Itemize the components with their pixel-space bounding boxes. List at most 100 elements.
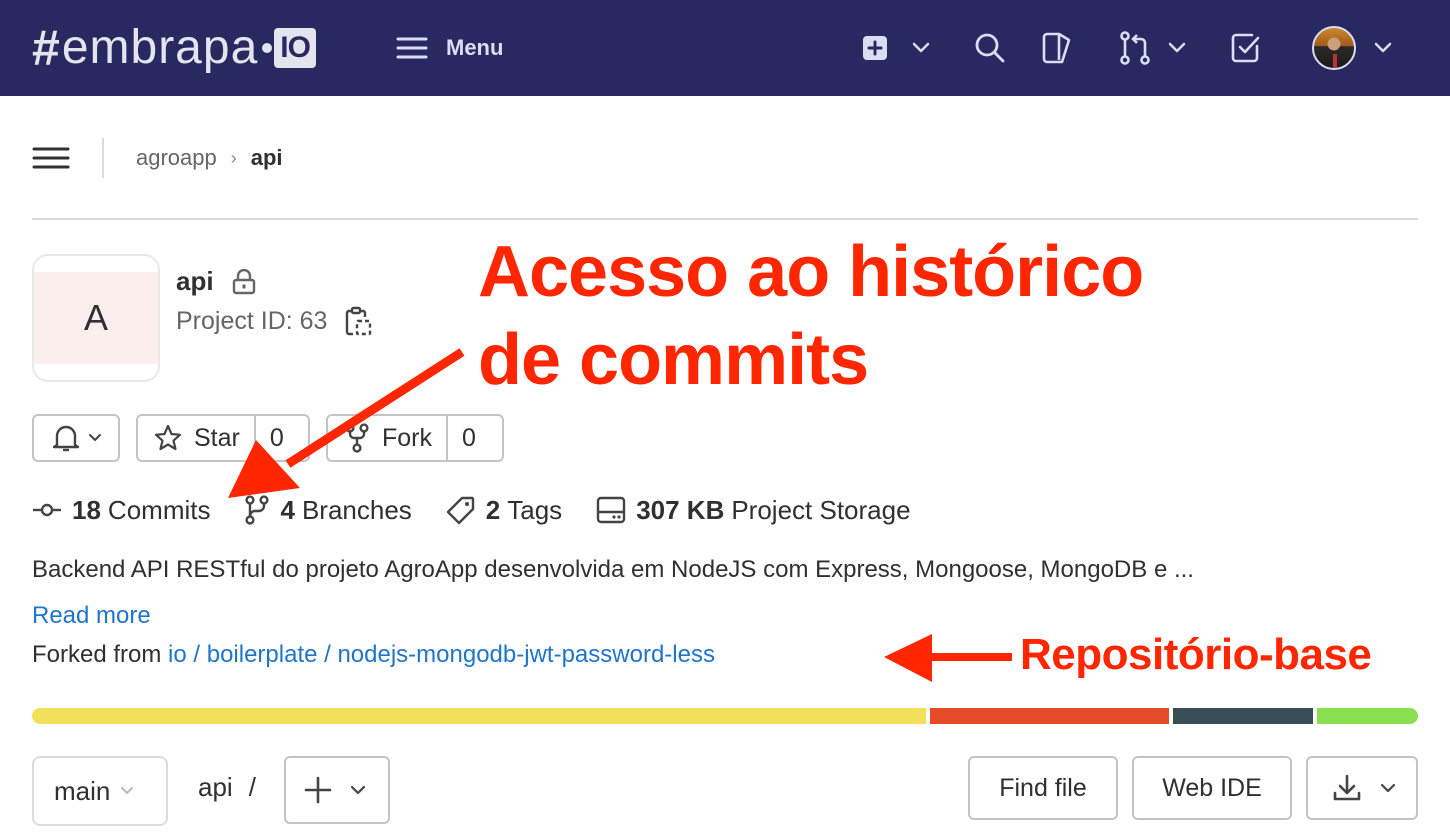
project-description: Backend API RESTful do projeto AgroApp d… — [32, 556, 1194, 583]
project-id-label: Project ID: 63 — [176, 306, 328, 335]
star-label: Star — [194, 423, 240, 452]
branches-count: 4 — [280, 494, 295, 525]
star-icon — [154, 424, 182, 451]
tags-count: 2 — [485, 494, 501, 525]
project-avatar[interactable]: A — [32, 254, 160, 382]
find-file-label: Find file — [999, 773, 1087, 802]
star-button[interactable]: Star 0 — [136, 414, 310, 462]
project-stats: 18 Commits 4 Branches 2 Tags 307 KB Proj… — [32, 490, 945, 530]
chevron-right-icon: › — [230, 147, 237, 168]
merge-requests-dropdown[interactable] — [1120, 28, 1186, 68]
todos-button[interactable] — [1230, 28, 1262, 68]
forked-from-link[interactable]: io / boilerplate / nodejs-mongodb-jwt-pa… — [168, 641, 715, 668]
branches-link[interactable]: 4 Branches — [244, 494, 412, 526]
plus-square-icon — [863, 36, 887, 60]
issues-button[interactable] — [1042, 28, 1072, 68]
annotation-line-1: Acesso ao histórico — [478, 232, 1144, 312]
project-title: api — [176, 266, 256, 297]
tags-label: Tags — [507, 494, 563, 525]
download-dropdown[interactable] — [1306, 756, 1418, 820]
storage-icon — [596, 496, 626, 524]
annotation-line-2: de commits — [478, 320, 869, 400]
issues-icon — [1042, 32, 1071, 64]
chevron-down-icon — [121, 787, 134, 794]
branch-selector[interactable]: main — [32, 756, 168, 826]
breadcrumb-item-agroapp[interactable]: agroapp — [136, 145, 217, 171]
user-menu-dropdown[interactable] — [1312, 24, 1392, 72]
project-avatar-letter: A — [34, 272, 158, 364]
hamburger-icon — [32, 147, 70, 169]
fork-icon — [345, 423, 369, 453]
branch-selector-label: main — [54, 775, 111, 806]
path-separator: / — [248, 772, 256, 802]
create-new-dropdown[interactable] — [862, 28, 930, 68]
read-more-link[interactable]: Read more — [32, 602, 151, 630]
search-icon — [975, 33, 1005, 63]
annotation-commits-history: Acesso ao histórico de commits — [478, 228, 1144, 404]
arrow-to-forked-repo — [884, 634, 1012, 682]
tags-link[interactable]: 2 Tags — [446, 495, 562, 526]
sidebar-toggle-button[interactable] — [32, 138, 72, 178]
star-count[interactable]: 0 — [256, 416, 298, 460]
embrapa-io-logo[interactable]: # embrapa IO — [32, 22, 316, 74]
language-segment-2[interactable] — [1173, 708, 1313, 724]
tag-icon — [446, 496, 474, 525]
header-divider — [32, 218, 1418, 220]
path-root[interactable]: api — [198, 772, 233, 803]
fork-count[interactable]: 0 — [448, 416, 490, 460]
web-ide-label: Web IDE — [1162, 773, 1262, 802]
star-count-value: 0 — [269, 423, 284, 452]
bell-icon — [52, 425, 80, 452]
storage-label: Project Storage — [731, 494, 911, 525]
chevron-down-icon — [912, 42, 930, 53]
fork-button[interactable]: Fork 0 — [326, 414, 504, 462]
language-segment-1[interactable] — [929, 708, 1170, 724]
add-to-tree-dropdown[interactable] — [284, 756, 390, 824]
forked-from-label: Forked from — [32, 641, 169, 668]
branch-icon — [245, 495, 270, 525]
logo-word: embrapa — [61, 21, 259, 74]
storage-link[interactable]: 307 KB Project Storage — [596, 494, 911, 526]
storage-size: 307 KB — [636, 494, 725, 525]
language-segment-0[interactable] — [32, 708, 926, 724]
chevron-down-icon — [1374, 42, 1392, 53]
annotation-base-repository: Repositório-base — [1020, 630, 1372, 679]
download-icon — [1333, 774, 1361, 801]
hamburger-icon — [396, 37, 428, 59]
top-navbar: # embrapa IO Menu — [0, 0, 1450, 96]
breadcrumb-divider — [102, 138, 104, 178]
logo-hash: # — [32, 20, 60, 76]
commits-link[interactable]: 18 Commits — [32, 495, 210, 526]
fork-count-value: 0 — [462, 423, 476, 452]
chevron-down-icon — [350, 785, 366, 795]
branches-label: Branches — [301, 494, 412, 525]
web-ide-button[interactable]: Web IDE — [1132, 756, 1292, 820]
project-id: Project ID: 63 — [176, 306, 373, 336]
project-name: api — [176, 266, 214, 296]
logo-dot — [262, 43, 273, 53]
language-segment-3[interactable] — [1316, 708, 1418, 724]
repository-languages-bar[interactable] — [32, 708, 1418, 724]
search-button[interactable] — [974, 28, 1006, 68]
fork-label: Fork — [382, 423, 432, 452]
commits-count: 18 — [72, 494, 101, 525]
plus-icon — [304, 776, 332, 804]
fork-action[interactable]: Fork — [328, 416, 446, 460]
user-avatar — [1312, 26, 1356, 70]
logo-badge: IO — [274, 28, 316, 68]
menu-label: Menu — [446, 35, 504, 60]
star-toggle[interactable]: Star — [138, 416, 254, 460]
commits-label: Commits — [107, 494, 211, 525]
chevron-down-icon — [89, 434, 101, 441]
forked-from: Forked from io / boilerplate / nodejs-mo… — [32, 641, 715, 669]
breadcrumb: agroapp › api — [32, 136, 1418, 180]
breadcrumb-item-api[interactable]: api — [251, 145, 283, 171]
notifications-dropdown[interactable] — [32, 414, 120, 462]
merge-request-icon — [1120, 31, 1150, 65]
menu-button[interactable]: Menu — [396, 30, 503, 66]
repository-path: api / — [198, 772, 256, 803]
find-file-button[interactable]: Find file — [968, 756, 1118, 820]
commit-icon — [33, 503, 61, 517]
copy-id-icon[interactable] — [345, 306, 373, 336]
todo-icon — [1231, 33, 1260, 63]
